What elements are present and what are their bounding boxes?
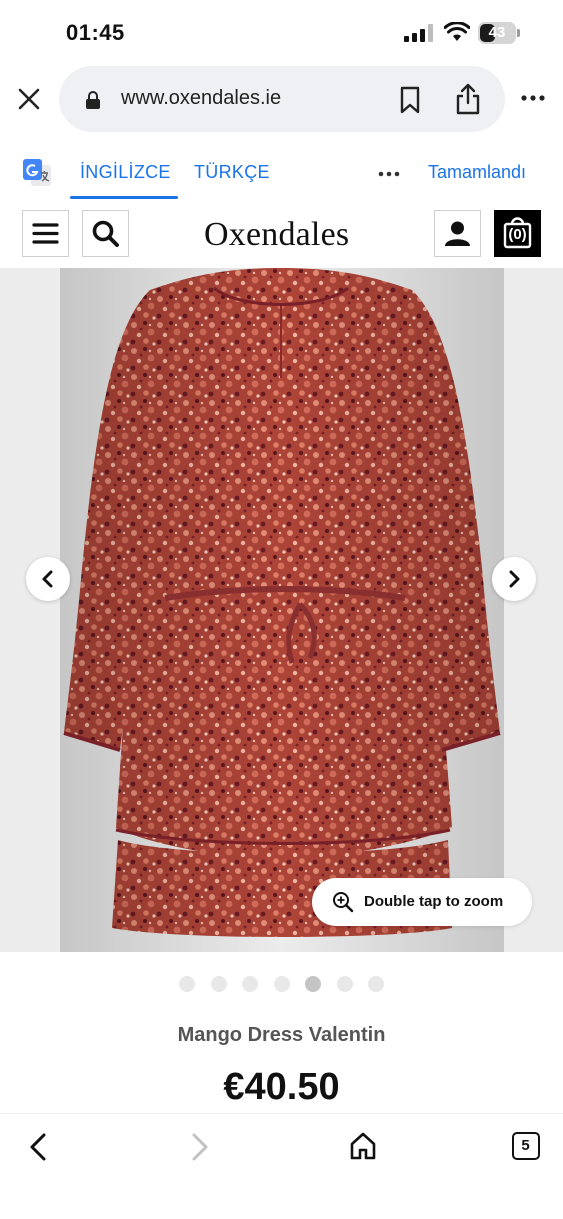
active-tab-indicator: [70, 196, 178, 199]
share-icon[interactable]: [454, 82, 482, 116]
chevron-left-icon: [42, 570, 53, 588]
battery-level: 43: [488, 24, 506, 41]
gallery-dot[interactable]: [273, 976, 290, 992]
gallery-dot[interactable]: [368, 976, 384, 992]
site-header: Oxendales (0): [0, 204, 563, 268]
cellular-signal-icon: [404, 24, 434, 42]
zoom-hint[interactable]: Double tap to zoom: [312, 878, 532, 926]
home-icon[interactable]: [348, 1131, 378, 1161]
zoom-hint-text: Double tap to zoom: [364, 893, 504, 910]
gallery-pagination: [0, 974, 563, 994]
search-button[interactable]: [82, 210, 129, 257]
forward-icon[interactable]: [188, 1132, 212, 1162]
gallery-dot[interactable]: [305, 976, 321, 992]
gallery-dot[interactable]: [179, 976, 195, 992]
status-time: 01:45: [66, 20, 125, 45]
translate-options-icon[interactable]: [378, 170, 400, 178]
hamburger-icon: [32, 223, 59, 244]
translate-bar: İNGİLİZCE TÜRKÇE Tamamlandı: [0, 140, 563, 204]
search-icon: [92, 220, 119, 247]
menu-button[interactable]: [22, 210, 69, 257]
bookmark-icon[interactable]: [399, 86, 421, 114]
tabs-button[interactable]: 5: [512, 1132, 540, 1160]
tab-count: 5: [521, 1137, 530, 1154]
close-icon[interactable]: [14, 84, 44, 114]
zoom-in-icon: [333, 892, 354, 913]
brand-logo[interactable]: Oxendales: [204, 216, 349, 254]
browser-toolbar: 5: [0, 1113, 563, 1219]
next-image-button[interactable]: [492, 557, 536, 601]
product-price: €40.50: [223, 1066, 340, 1108]
more-options-icon[interactable]: [520, 92, 546, 104]
product-name: Mango Dress Valentin: [177, 1024, 386, 1046]
battery-icon: 43: [478, 22, 520, 44]
gallery-dot[interactable]: [242, 976, 258, 992]
back-icon[interactable]: [26, 1132, 50, 1162]
gallery-dot[interactable]: [336, 976, 353, 992]
bag-count: (0): [508, 226, 527, 243]
page: 01:45 43 www.oxendales.ie İNGİLİZCE TÜRK…: [0, 0, 563, 1219]
user-icon: [445, 221, 470, 246]
address-bar[interactable]: www.oxendales.ie: [59, 66, 505, 132]
status-bar: 01:45 43: [0, 0, 563, 62]
translate-done-button[interactable]: Tamamlandı: [428, 162, 526, 183]
google-translate-icon: [23, 159, 51, 186]
gallery-dot[interactable]: [210, 976, 227, 992]
browser-address-row: www.oxendales.ie: [0, 62, 563, 138]
account-button[interactable]: [434, 210, 481, 257]
wifi-icon: [444, 22, 470, 41]
shopping-bag-button[interactable]: (0): [494, 210, 541, 257]
previous-image-button[interactable]: [26, 557, 70, 601]
tab-english[interactable]: İNGİLİZCE: [80, 162, 171, 183]
lock-icon: [86, 91, 100, 109]
dress-photo: [60, 268, 504, 952]
chevron-right-icon: [509, 570, 520, 588]
tab-turkish[interactable]: TÜRKÇE: [194, 162, 270, 183]
url-text: www.oxendales.ie: [121, 87, 282, 109]
product-image[interactable]: Double tap to zoom: [0, 268, 563, 952]
